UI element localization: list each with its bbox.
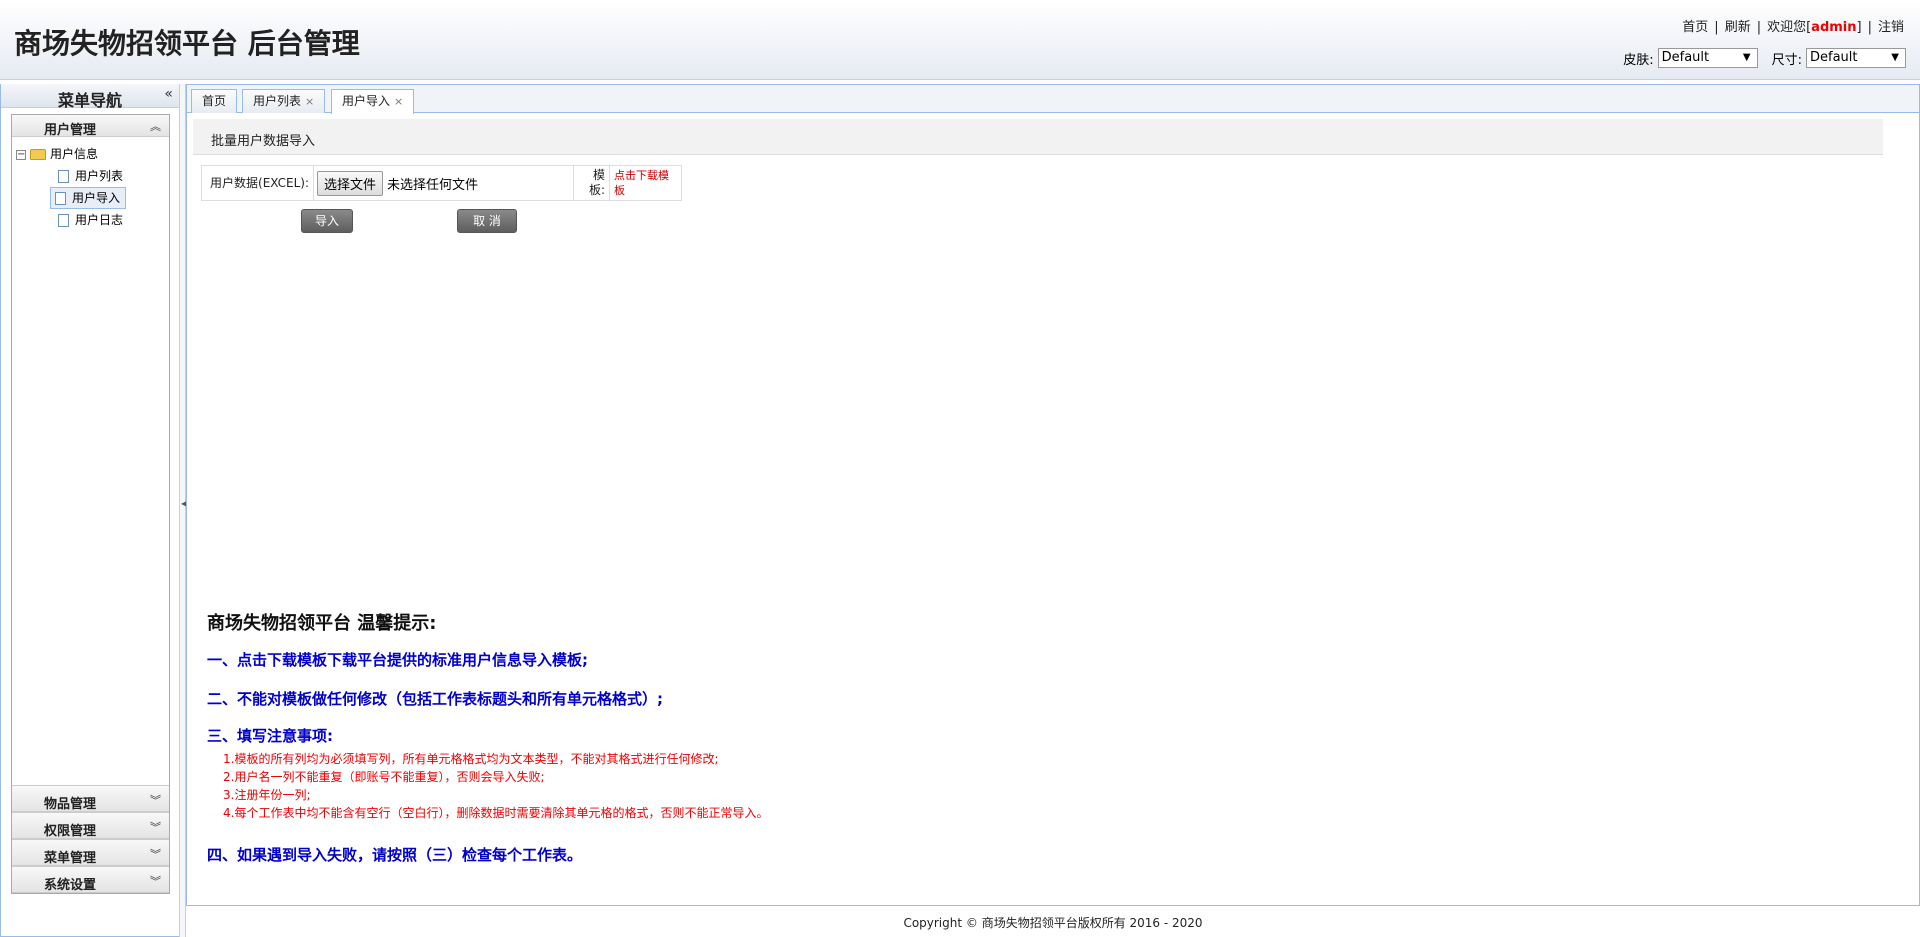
top-links: 首页 | 刷新 | 欢迎您[admin] | 注销 (1682, 20, 1904, 35)
sidebar-item-user-log[interactable]: 用户日志 (54, 209, 169, 231)
section-goods-mgmt[interactable]: 物品管理 ︾ (12, 785, 169, 812)
chevron-up-icon: ︽ (150, 120, 161, 133)
import-button[interactable]: 导入 (301, 209, 353, 233)
layout-splitter[interactable]: ◀ (179, 84, 187, 937)
sidebar-item-user-import[interactable]: 用户导入 (50, 187, 126, 209)
file-status: 未选择任何文件 (387, 177, 479, 193)
folder-icon (30, 149, 46, 160)
import-form: 用户数据(EXCEL): 选择文件 未选择任何文件 模板: 点击下载模板 (201, 165, 682, 201)
size-select[interactable]: Default ▼ (1806, 48, 1906, 68)
section-user-mgmt[interactable]: 用户管理 ︽ (12, 115, 169, 138)
tab-home[interactable]: 首页 (191, 89, 238, 113)
collapse-toggle-icon[interactable]: − (16, 149, 26, 160)
sidebar: 菜单导航 « 用户管理 ︽ − 用户信息 用户列表 用户导入 用户日志 物品管理 … (0, 84, 180, 937)
close-icon[interactable]: × (305, 95, 314, 108)
size-label: 尺寸: (1771, 52, 1802, 68)
footer-copyright: Copyright © 商场失物招领平台版权所有 2016 - 2020 (903, 916, 1203, 930)
page-heading: 批量用户数据导入 (211, 134, 316, 149)
tab-user-list[interactable]: 用户列表 × (242, 89, 326, 113)
welcome-suffix: ] (1856, 20, 1862, 35)
tab-user-import[interactable]: 用户导入 × (331, 89, 415, 114)
field-label: 用户数据(EXCEL): (201, 165, 314, 201)
home-link[interactable]: 首页 (1682, 20, 1708, 35)
file-icon (58, 170, 69, 183)
main-panel: 首页 用户列表 × 用户导入 × 批量用户数据导入 用户数据(EXCEL): 选择文… (186, 84, 1920, 906)
sidebar-title: 菜单导航 (57, 91, 122, 110)
tip-3-details: 1.模板的所有列均为必须填写列，所有单元格格式均为文本类型，不能对其格式进行任何… (223, 750, 1207, 822)
dropdown-arrow-icon: ▼ (1742, 52, 1751, 63)
chevron-down-icon: ︾ (150, 821, 161, 834)
cancel-button[interactable]: 取 消 (457, 209, 517, 233)
subtip: 2.用户名一列不能重复（即账号不能重复），否则会导入失败; (223, 770, 545, 784)
skin-select[interactable]: Default ▼ (1657, 48, 1758, 68)
tip-2: 二、不能对模板做任何修改（包括工作表标题头和所有单元格格式）; (207, 690, 664, 708)
menu-accordion: 用户管理 ︽ −用户信息 用户列表 用户导入 用户日志 物品管理 ︾ 权限管理 (11, 114, 170, 894)
section-perm-mgmt[interactable]: 权限管理 ︾ (12, 812, 169, 839)
file-input[interactable]: 选择文件 未选择任何文件 (313, 165, 574, 201)
subtip: 1.模板的所有列均为必须填写列，所有单元格格式均为文本类型，不能对其格式进行任何… (223, 752, 719, 766)
skin-label: 皮肤: (1623, 52, 1654, 68)
close-icon[interactable]: × (394, 95, 403, 108)
tips-title: 商场失物招领平台 温馨提示: (207, 613, 437, 634)
choose-file-button[interactable]: 选择文件 (317, 170, 384, 196)
welcome-prefix: 欢迎您[ (1767, 20, 1812, 35)
tip-4: 四、如果遇到导入失败，请按照（三）检查每个工作表。 (207, 846, 583, 864)
template-label: 模板: (573, 165, 610, 201)
tree-folder-user-info[interactable]: − 用户信息 (16, 143, 169, 165)
download-template-link[interactable]: 点击下载模板 (614, 169, 669, 197)
collapse-icon[interactable]: « (164, 86, 173, 102)
username: admin (1811, 20, 1857, 35)
dropdown-arrow-icon: ▼ (1891, 52, 1899, 63)
file-icon (55, 192, 66, 205)
sidebar-header: 菜单导航 « (1, 84, 179, 110)
tab-bar: 首页 用户列表 × 用户导入 × (187, 85, 1919, 114)
subtip: 4.每个工作表中均不能含有空行（空白行），删除数据时需要清除其单元格的格式，否则… (223, 806, 769, 820)
section-sys-settings[interactable]: 系统设置 ︾ (12, 866, 169, 893)
app-header: 商场失物招领平台 后台管理 首页 | 刷新 | 欢迎您[admin] | 注销 皮肤: De… (0, 0, 1920, 80)
subtip: 3.注册年份一列; (223, 788, 311, 802)
section-menu-mgmt[interactable]: 菜单管理 ︾ (12, 839, 169, 866)
refresh-link[interactable]: 刷新 (1725, 20, 1751, 35)
app-title: 商场失物招领平台 后台管理 (14, 27, 360, 60)
theme-selectors: 皮肤: Default ▼ 尺寸: Default ▼ (1623, 48, 1906, 68)
menu-tree: − 用户信息 用户列表 用户导入 用户日志 (12, 137, 169, 747)
file-icon (58, 214, 69, 227)
accordion-collapsed-sections: 物品管理 ︾ 权限管理 ︾ 菜单管理 ︾ 系统设置 ︾ (12, 785, 169, 893)
tip-1: 一、点击下载模板下载平台提供的标准用户信息导入模板; (207, 651, 589, 669)
page-heading-bar: 批量用户数据导入 (193, 119, 1883, 155)
tips-section: 商场失物招领平台 温馨提示: 一、点击下载模板下载平台提供的标准用户信息导入模板… (207, 609, 1207, 865)
logout-link[interactable]: 注销 (1878, 20, 1904, 35)
tip-3: 三、填写注意事项: (207, 727, 333, 745)
chevron-down-icon: ︾ (150, 848, 161, 861)
chevron-down-icon: ︾ (150, 875, 161, 888)
chevron-down-icon: ︾ (150, 794, 161, 807)
sidebar-item-user-list[interactable]: 用户列表 (54, 165, 169, 187)
